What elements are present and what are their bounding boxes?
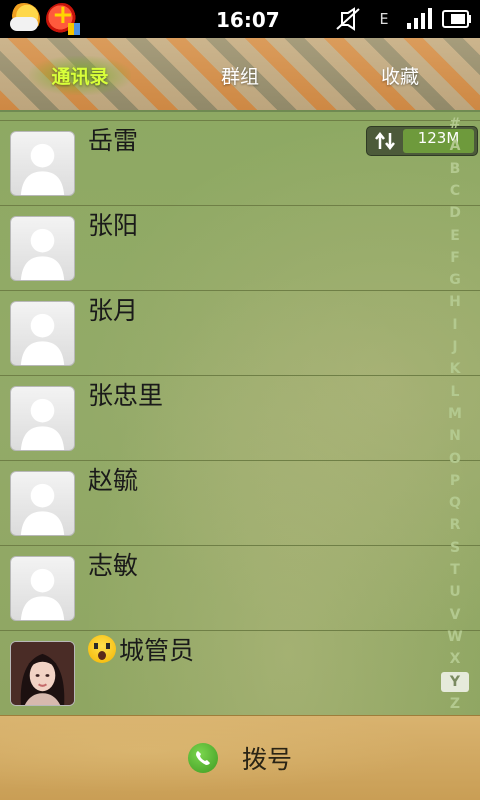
alpha-index-letter[interactable]: S xyxy=(441,538,469,558)
status-time: 16:07 xyxy=(216,8,280,32)
weather-icon[interactable] xyxy=(8,3,40,35)
default-avatar-icon xyxy=(10,216,75,281)
status-indicators: E xyxy=(334,7,472,31)
network-type-icon: E xyxy=(379,10,389,28)
alpha-index-letter[interactable]: A xyxy=(441,136,469,156)
alpha-index-letter[interactable]: F xyxy=(441,248,469,268)
contact-name: 城管员 xyxy=(88,631,194,716)
contact-name: 赵毓 xyxy=(88,466,139,495)
tab-favorites[interactable]: 收藏 xyxy=(320,38,480,112)
default-avatar-icon xyxy=(10,131,75,196)
photo-avatar xyxy=(10,641,75,706)
alpha-index-letter[interactable]: Z xyxy=(441,694,469,714)
alpha-index-letter[interactable]: K xyxy=(441,359,469,379)
alpha-index-letter[interactable]: D xyxy=(441,203,469,223)
signal-icon xyxy=(407,8,432,29)
status-bar: 16:07 E xyxy=(0,0,480,38)
alpha-index-letter[interactable]: G xyxy=(441,270,469,290)
alpha-index-letter[interactable]: L xyxy=(441,382,469,402)
alpha-index-letter[interactable]: V xyxy=(441,605,469,625)
alpha-index-letter[interactable]: U xyxy=(441,582,469,602)
swap-arrows-icon xyxy=(367,127,403,155)
alpha-index-letter[interactable]: I xyxy=(441,315,469,335)
scream-emoji-icon xyxy=(88,635,116,663)
contact-row[interactable]: 赵毓 xyxy=(0,460,480,545)
contact-name: 张月 xyxy=(88,296,139,325)
contact-name: 志敏 xyxy=(88,551,139,580)
alpha-index-letter[interactable]: E xyxy=(441,226,469,246)
alpha-index-letter[interactable]: H xyxy=(441,292,469,312)
alpha-index-letter[interactable]: R xyxy=(441,515,469,535)
mute-icon xyxy=(336,7,360,31)
app-notification-icon[interactable] xyxy=(46,0,80,35)
default-avatar-icon xyxy=(10,301,75,366)
contact-row[interactable]: 张忠里 xyxy=(0,375,480,460)
alpha-index-letter[interactable]: N xyxy=(441,426,469,446)
tab-contacts-label: 通讯录 xyxy=(29,55,131,95)
tab-header: 通讯录 群组 收藏 xyxy=(0,38,480,112)
battery-icon xyxy=(442,10,471,28)
contact-name: 岳雷 xyxy=(88,126,139,155)
default-avatar-icon xyxy=(10,471,75,536)
dial-button[interactable]: 拨号 xyxy=(0,715,480,800)
contact-row[interactable]: 城管员 xyxy=(0,630,480,715)
alpha-index-letter[interactable]: W xyxy=(441,627,469,647)
contact-name: 张阳 xyxy=(88,211,139,240)
alpha-index-letter[interactable]: Y xyxy=(441,671,469,692)
alpha-index-letter[interactable]: C xyxy=(441,181,469,201)
contact-row[interactable]: 张月 xyxy=(0,290,480,375)
alpha-index-letter[interactable]: O xyxy=(441,449,469,469)
tab-contacts[interactable]: 通讯录 xyxy=(0,38,160,112)
contact-row[interactable]: 志敏 xyxy=(0,545,480,630)
alpha-index-letter[interactable]: X xyxy=(441,649,469,669)
phone-icon xyxy=(187,743,218,773)
contact-row[interactable]: 张阳 xyxy=(0,205,480,290)
tab-groups-label: 群组 xyxy=(220,65,259,88)
alpha-index-letter[interactable]: M xyxy=(441,404,469,424)
alpha-index-letter[interactable]: J xyxy=(441,337,469,357)
default-avatar-icon xyxy=(10,556,75,621)
alpha-index-letter[interactable]: T xyxy=(441,560,469,580)
tab-favorites-label: 收藏 xyxy=(380,65,419,88)
contact-name-text: 城管员 xyxy=(119,636,195,665)
default-avatar-icon xyxy=(10,386,75,451)
alphabet-index[interactable]: # A B C D E F G H I J K L M N O P Q R S T U V W X Y Z xyxy=(441,114,469,714)
tab-groups[interactable]: 群组 xyxy=(160,38,320,112)
alpha-index-letter[interactable]: # xyxy=(441,114,469,134)
alpha-index-letter[interactable]: P xyxy=(441,471,469,491)
dial-label: 拨号 xyxy=(241,745,292,774)
contact-list[interactable]: 岳雷 张阳 张月 张忠里 赵毓 志敏 城管员 xyxy=(0,112,480,715)
contact-name: 张忠里 xyxy=(88,381,164,410)
notification-icons xyxy=(8,0,80,35)
alpha-index-letter[interactable]: Q xyxy=(441,493,469,513)
alpha-index-letter[interactable]: B xyxy=(441,159,469,179)
